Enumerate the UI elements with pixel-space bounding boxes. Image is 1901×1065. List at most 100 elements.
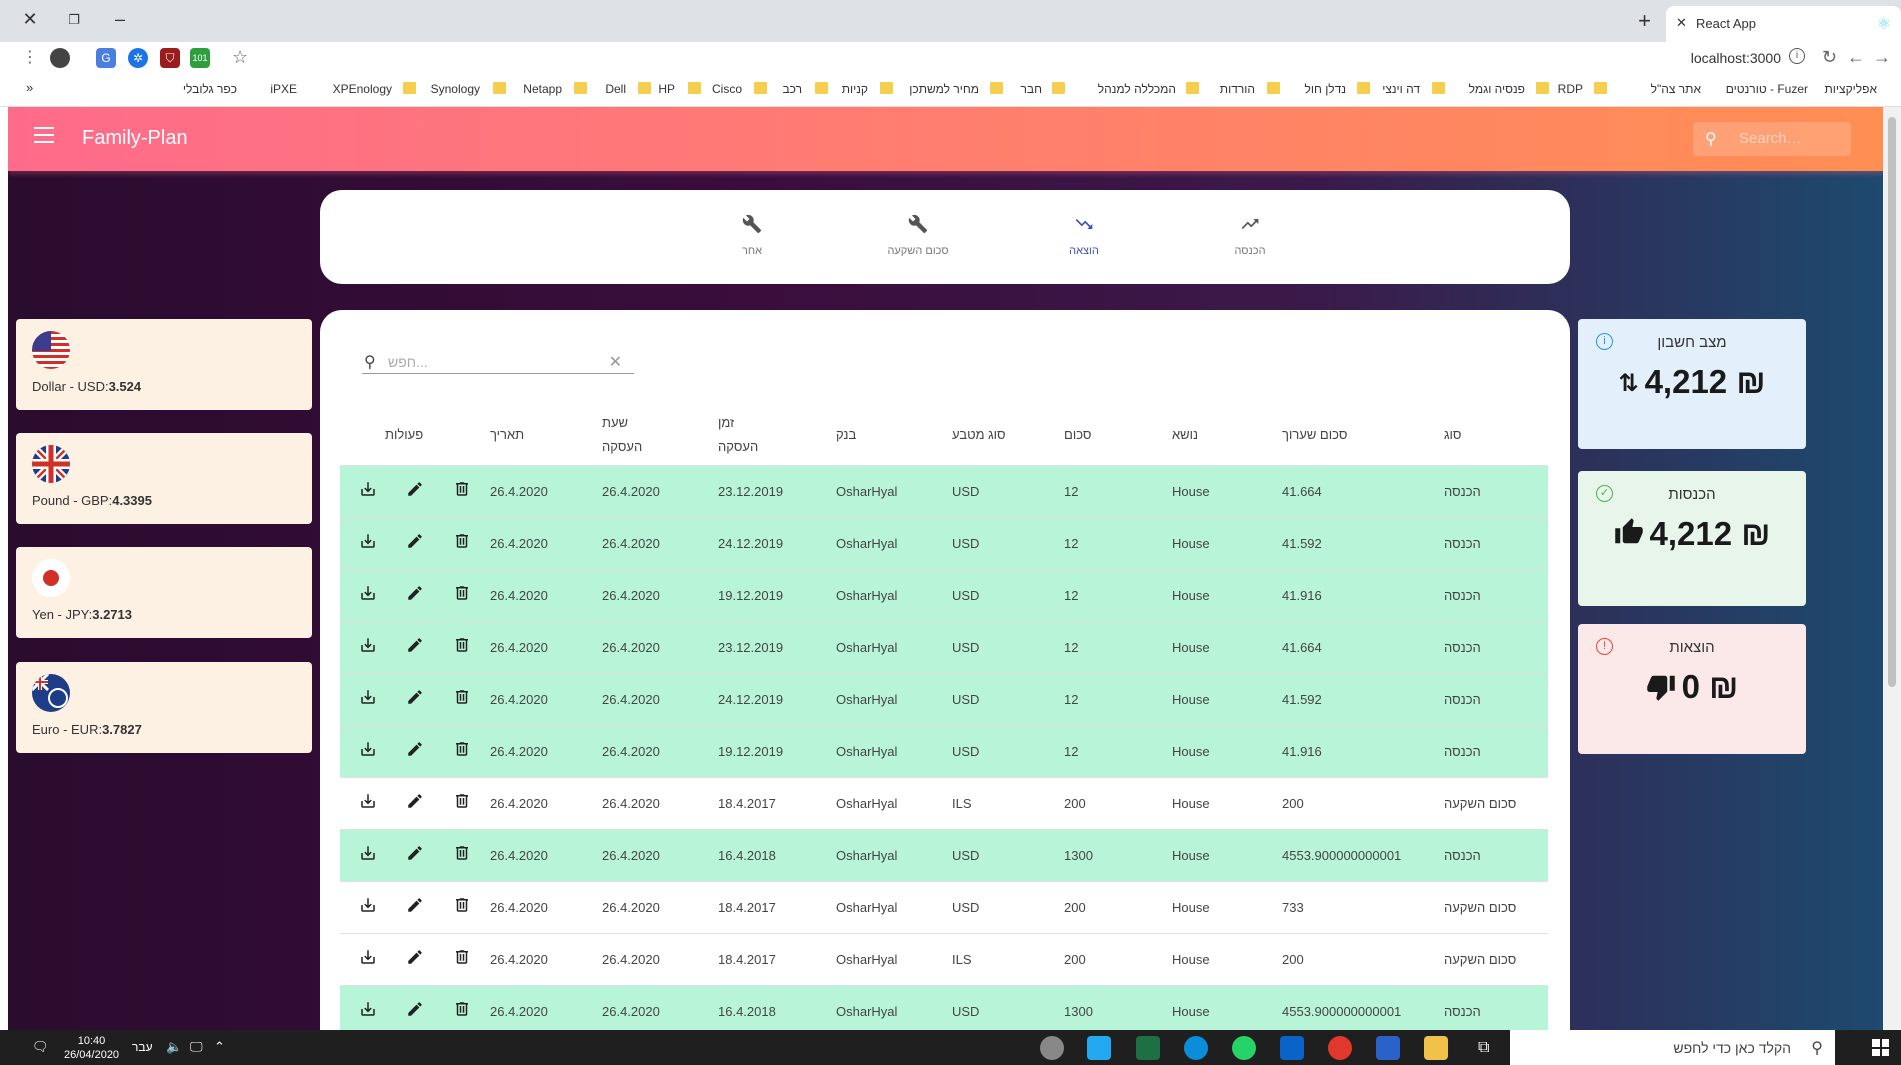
page-scrollbar[interactable] [1883, 107, 1901, 1030]
close-tab-icon[interactable]: ✕ [1676, 15, 1687, 31]
bookmark-item[interactable]: כפר גלובלי [183, 82, 237, 96]
bookmark-item[interactable]: RDP [1558, 82, 1583, 96]
edit-icon[interactable] [391, 792, 438, 815]
edit-icon[interactable] [391, 532, 438, 555]
edit-icon[interactable] [391, 948, 438, 971]
bookmarks-overflow-icon[interactable]: » [26, 80, 33, 95]
bookmark-item[interactable]: המכללה למנהל [1098, 82, 1176, 96]
extension-icon[interactable]: ✲ [128, 48, 148, 68]
app-icon[interactable] [1040, 1036, 1064, 1060]
delete-icon[interactable] [438, 584, 485, 607]
site-info-icon[interactable]: i [1789, 48, 1805, 64]
header-bank[interactable]: בנק [836, 405, 952, 466]
edit-icon[interactable] [391, 896, 438, 919]
edit-icon[interactable] [391, 480, 438, 503]
edit-icon[interactable] [391, 636, 438, 659]
windows-start-icon[interactable] [1872, 1039, 1889, 1056]
download-icon[interactable] [344, 688, 391, 711]
header-transaction-date[interactable]: זמן העסקה [718, 405, 836, 466]
download-icon[interactable] [344, 584, 391, 607]
delete-icon[interactable] [438, 480, 485, 503]
bookmark-star-icon[interactable]: ☆ [232, 47, 248, 68]
language-indicator[interactable]: עבר [132, 1040, 153, 1054]
header-date[interactable]: תאריך [490, 405, 602, 466]
network-icon[interactable]: 🖵 [190, 1039, 203, 1055]
bookmark-item[interactable]: פנסיה וגמל [1469, 82, 1525, 96]
new-tab-button[interactable]: + [1638, 8, 1651, 34]
bookmark-item[interactable]: אפליקציות [1825, 82, 1877, 96]
header-currency-type[interactable]: סוג מטבע [952, 405, 1064, 466]
tab-investment[interactable]: סכום השקעה [858, 214, 978, 257]
header-amount[interactable]: סכום [1064, 405, 1172, 466]
bookmark-item[interactable]: הורדות [1220, 82, 1255, 96]
download-icon[interactable] [344, 948, 391, 971]
tab-other[interactable]: אחר [692, 214, 812, 257]
extension-badge-icon[interactable]: 101 [190, 48, 210, 68]
edit-icon[interactable] [391, 844, 438, 867]
more-menu-icon[interactable]: ⋮ [22, 47, 38, 67]
edge-icon[interactable] [1184, 1036, 1208, 1060]
delete-icon[interactable] [438, 740, 485, 763]
forward-icon[interactable]: → [1873, 47, 1891, 68]
vscode-icon[interactable] [1087, 1036, 1111, 1060]
bookmark-item[interactable]: טורנטים - Fuzer [1726, 82, 1808, 96]
chrome-icon[interactable] [1328, 1036, 1352, 1060]
bookmark-item[interactable]: חבר [1021, 82, 1043, 96]
bookmark-item[interactable]: נדלן חול [1304, 82, 1346, 96]
browser-tab[interactable]: ✕ React App ⚛ [1666, 6, 1901, 42]
bookmark-item[interactable]: מחיר למשתכן [909, 82, 979, 96]
header-converted-value[interactable]: סכום שערוך [1282, 405, 1444, 466]
download-icon[interactable] [344, 1000, 391, 1023]
delete-icon[interactable] [438, 532, 485, 555]
translate-extension-icon[interactable]: G [96, 48, 116, 68]
bookmark-item[interactable]: אתר צה"ל [1651, 82, 1701, 96]
edit-icon[interactable] [391, 1000, 438, 1023]
whatsapp-icon[interactable] [1232, 1036, 1256, 1060]
scrollbar-thumb[interactable] [1888, 117, 1896, 687]
file-explorer-icon[interactable] [1424, 1036, 1448, 1060]
minimize-window-icon[interactable]: – [108, 9, 132, 30]
download-icon[interactable] [344, 844, 391, 867]
header-transaction-time[interactable]: שעת העסקה [602, 405, 718, 466]
taskbar-clock[interactable]: 10:40 26/04/2020 [64, 1034, 119, 1062]
bookmark-item[interactable]: Cisco [712, 82, 742, 96]
profile-avatar[interactable] [50, 48, 70, 68]
excel-icon[interactable] [1136, 1036, 1160, 1060]
edit-icon[interactable] [391, 584, 438, 607]
clear-search-icon[interactable]: ✕ [609, 352, 622, 372]
delete-icon[interactable] [438, 948, 485, 971]
action-center-icon[interactable]: 🗨 [32, 1039, 49, 1055]
bookmark-item[interactable]: Synology [431, 82, 480, 96]
hamburger-menu-icon[interactable] [34, 127, 54, 148]
download-icon[interactable] [344, 792, 391, 815]
table-search-input[interactable]: ⚲ חפש... ✕ [362, 352, 634, 374]
bookmark-item[interactable]: קניות [842, 82, 868, 96]
download-icon[interactable] [344, 896, 391, 919]
bookmark-item[interactable]: HP [658, 82, 675, 96]
edit-icon[interactable] [391, 688, 438, 711]
reload-icon[interactable]: ↻ [1822, 47, 1837, 68]
bookmark-item[interactable]: רכב [782, 82, 802, 96]
edit-icon[interactable] [391, 740, 438, 763]
delete-icon[interactable] [438, 792, 485, 815]
back-icon[interactable]: ← [1847, 47, 1865, 68]
task-view-icon[interactable]: ⧉ [1478, 1039, 1489, 1057]
ublock-extension-icon[interactable]: ⛉ [160, 48, 180, 68]
bookmark-item[interactable]: iPXE [270, 82, 297, 96]
store-icon[interactable] [1376, 1036, 1400, 1060]
bookmark-item[interactable]: XPEnology [333, 82, 392, 96]
show-hidden-icons[interactable]: ⌃ [214, 1039, 225, 1055]
delete-icon[interactable] [438, 688, 485, 711]
download-icon[interactable] [344, 532, 391, 555]
outlook-icon[interactable] [1280, 1036, 1304, 1060]
delete-icon[interactable] [438, 636, 485, 659]
delete-icon[interactable] [438, 896, 485, 919]
header-subject[interactable]: נושא [1172, 405, 1282, 466]
download-icon[interactable] [344, 740, 391, 763]
delete-icon[interactable] [438, 844, 485, 867]
app-search-input[interactable]: ⚲ Search… [1693, 122, 1851, 156]
bookmark-item[interactable]: Dell [605, 82, 626, 96]
restore-window-icon[interactable]: ❐ [62, 12, 86, 28]
download-icon[interactable] [344, 636, 391, 659]
close-window-icon[interactable]: ✕ [18, 9, 42, 30]
